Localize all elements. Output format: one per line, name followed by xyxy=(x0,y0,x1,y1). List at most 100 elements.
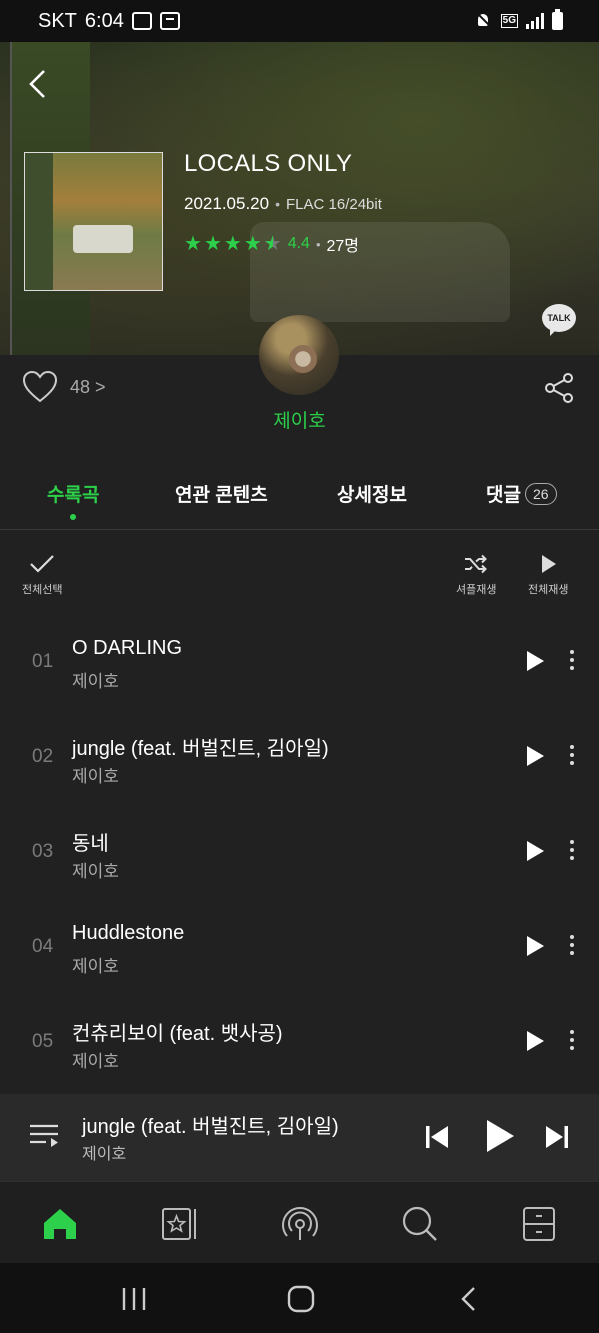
track-row[interactable]: 05 컨츄리보이 (feat. 뱃사공) 제이호 xyxy=(0,995,599,1090)
play-all-label: 전체재생 xyxy=(528,584,569,596)
mini-player[interactable]: jungle (feat. 버벌진트, 김아일) 제이호 xyxy=(0,1094,599,1181)
share-icon xyxy=(545,373,573,403)
play-all-button[interactable]: 전체재생 xyxy=(528,553,568,597)
play-icon[interactable] xyxy=(524,934,546,958)
track-artist: 제이호 xyxy=(72,672,119,691)
check-icon xyxy=(30,555,55,573)
more-options-icon[interactable] xyxy=(566,837,578,865)
track-row[interactable]: 03 동네 제이호 xyxy=(0,805,599,900)
now-playing-title: jungle (feat. 버벌진트, 김아일) xyxy=(82,1116,339,1138)
back-button[interactable] xyxy=(26,68,50,100)
rating[interactable]: ★ ★ ★ ★ ★ 4.4 • 27명 xyxy=(184,232,359,256)
nav-menu[interactable] xyxy=(519,1204,559,1244)
home-button-icon[interactable] xyxy=(287,1285,315,1313)
play-icon[interactable] xyxy=(524,744,546,768)
track-number: 01 xyxy=(32,651,54,672)
rating-count: 27명 xyxy=(326,238,360,255)
system-back-icon[interactable] xyxy=(459,1285,479,1313)
tab-label: 댓글 xyxy=(486,485,521,506)
track-artist: 제이호 xyxy=(72,1052,119,1071)
nav-home[interactable] xyxy=(40,1204,80,1244)
like-button[interactable]: 48 > xyxy=(22,370,106,404)
play-icon xyxy=(542,555,557,573)
star-icon: ★ xyxy=(203,233,222,255)
more-options-icon[interactable] xyxy=(566,742,578,770)
status-bar: SKT 6:04 5G xyxy=(0,0,599,42)
status-left: SKT 6:04 xyxy=(38,10,180,33)
shuffle-play-button[interactable]: 셔플재생 xyxy=(456,553,496,597)
rating-score: 4.4 xyxy=(287,235,310,252)
play-icon[interactable] xyxy=(524,649,546,673)
album-title: LOCALS ONLY xyxy=(184,150,353,177)
track-number: 05 xyxy=(32,1031,54,1052)
star-icon: ★ xyxy=(184,233,202,255)
rating-separator: • xyxy=(315,236,321,252)
track-number: 02 xyxy=(32,746,54,767)
tab-bar: 수록곡 연관 콘텐츠 상세정보 댓글 26 xyxy=(0,470,599,530)
talk-button[interactable]: TALK xyxy=(542,304,576,336)
album-art-spine xyxy=(25,153,53,290)
tab-related-content[interactable]: 연관 콘텐츠 xyxy=(175,480,268,507)
artist-name[interactable]: 제이호 xyxy=(0,406,599,433)
track-number: 03 xyxy=(32,841,54,862)
star-icon: ★ xyxy=(223,233,242,255)
twitch-icon xyxy=(131,12,152,30)
more-options-icon[interactable] xyxy=(566,1027,578,1055)
next-track-icon[interactable] xyxy=(545,1124,569,1150)
album-art-car xyxy=(73,225,133,253)
tab-label: 수록곡 xyxy=(47,485,100,506)
recent-apps-icon[interactable] xyxy=(121,1285,147,1313)
track-title: Huddlestone xyxy=(72,922,185,944)
track-title: 동네 xyxy=(72,833,109,855)
play-pause-icon[interactable] xyxy=(484,1118,516,1154)
track-row[interactable]: 01 O DARLING 제이호 xyxy=(0,615,599,710)
track-row[interactable]: 04 Huddlestone 제이호 xyxy=(0,900,599,995)
previous-track-icon[interactable] xyxy=(425,1124,449,1150)
playlist-icon[interactable] xyxy=(28,1122,60,1150)
tab-label: 연관 콘텐츠 xyxy=(175,485,268,506)
track-artist: 제이호 xyxy=(72,767,119,786)
select-all-button[interactable]: 전체선택 xyxy=(22,553,62,597)
play-icon[interactable] xyxy=(524,1029,546,1053)
mute-icon xyxy=(475,12,493,30)
track-row[interactable]: 02 jungle (feat. 버벌진트, 김아일) 제이호 xyxy=(0,710,599,805)
comment-count-badge: 26 xyxy=(524,483,557,505)
clock-time: 6:04 xyxy=(84,9,124,32)
more-options-icon[interactable] xyxy=(566,647,578,675)
album-hero: LOCALS ONLY 2021.05.20 • FLAC 16/24bit ★… xyxy=(0,42,599,355)
status-right: 5G xyxy=(475,9,563,30)
system-navigation-bar xyxy=(0,1263,599,1333)
select-all-label: 전체선택 xyxy=(22,584,63,596)
album-art[interactable] xyxy=(24,152,163,291)
nav-library[interactable] xyxy=(160,1204,200,1244)
track-list: 01 O DARLING 제이호 02 jungle (feat. 버벌진트, … xyxy=(0,615,599,1090)
shuffle-play-label: 셔플재생 xyxy=(456,584,497,596)
battery-icon xyxy=(552,9,563,30)
track-artist: 제이호 xyxy=(72,862,119,881)
search-icon xyxy=(402,1206,437,1241)
podcast-icon xyxy=(282,1207,318,1240)
artist-avatar[interactable] xyxy=(259,315,339,395)
shuffle-icon xyxy=(465,554,488,574)
tab-comments[interactable]: 댓글 26 xyxy=(486,480,557,507)
talk-label: TALK xyxy=(547,313,571,323)
tab-tracks[interactable]: 수록곡 xyxy=(47,480,100,520)
home-icon xyxy=(44,1209,76,1239)
carrier-label: SKT xyxy=(38,9,77,32)
bottom-navigation xyxy=(0,1181,599,1263)
track-title: jungle (feat. 버벌진트, 김아일) xyxy=(72,738,329,760)
tab-details[interactable]: 상세정보 xyxy=(337,480,407,507)
like-count: 48 > xyxy=(70,376,106,397)
play-icon[interactable] xyxy=(524,839,546,863)
star-icon: ★ xyxy=(243,233,262,255)
library-icon xyxy=(162,1208,196,1240)
audio-quality: FLAC 16/24bit xyxy=(286,195,382,213)
track-title: 컨츄리보이 (feat. 뱃사공) xyxy=(72,1023,283,1045)
share-button[interactable] xyxy=(543,372,575,404)
nav-podcast[interactable] xyxy=(280,1204,320,1244)
nav-search[interactable] xyxy=(400,1204,440,1244)
menu-icon xyxy=(523,1207,555,1241)
more-options-icon[interactable] xyxy=(566,932,578,960)
heart-icon xyxy=(22,370,58,403)
album-meta: 2021.05.20 • FLAC 16/24bit xyxy=(184,194,382,214)
